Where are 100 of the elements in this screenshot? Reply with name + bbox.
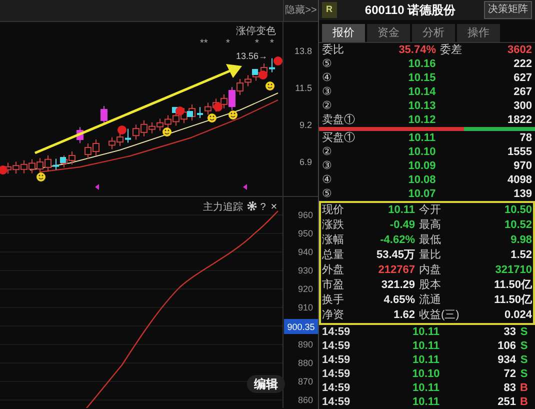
ask-price: 10.13	[407, 99, 437, 113]
trade-side: S	[519, 367, 529, 381]
stat-value: 0.024	[503, 308, 532, 323]
trade-time: 14:59	[322, 353, 352, 367]
trade-side: S	[519, 353, 529, 367]
close-button[interactable]: ×	[270, 201, 278, 213]
stat-label: 最低	[418, 233, 442, 248]
triangle-marker	[243, 184, 247, 190]
bid-level-label: 买盘①	[322, 131, 356, 145]
dot-marker	[214, 102, 222, 112]
square-marker	[252, 69, 258, 75]
tab[interactable]: 操作	[457, 24, 500, 42]
stat-label: 涨幅	[322, 233, 345, 248]
tab[interactable]: 资金	[367, 24, 410, 42]
edit-button[interactable]: 编辑	[247, 375, 285, 393]
dot-marker	[176, 106, 184, 116]
ask-level-label: 卖盘①	[322, 113, 356, 127]
order-diff-label: 委差	[439, 43, 463, 57]
stat-value: 11.50亿	[493, 293, 532, 308]
stat-label: 总量	[322, 248, 345, 263]
value-axis-label: 930	[298, 266, 313, 276]
candlestick	[100, 106, 108, 124]
stat-value: -4.62%	[379, 233, 415, 248]
stat-value: 321710	[494, 263, 532, 278]
help-button[interactable]: ?	[260, 202, 266, 213]
candlestick	[197, 106, 203, 118]
stat-value: 10.50	[503, 203, 532, 218]
ask-volume: 267	[512, 85, 532, 99]
stat-label: 内盘	[418, 263, 442, 278]
ask-price: 10.16	[407, 57, 437, 71]
trade-volume: 83	[502, 381, 516, 395]
ask-price: 10.12	[407, 113, 437, 127]
bid-volume: 970	[512, 159, 532, 173]
value-axis-label: 870	[298, 376, 313, 386]
stat-label: 收益(三)	[418, 308, 460, 323]
candlestick	[53, 158, 59, 170]
ask-level-label: ④	[322, 71, 333, 85]
bid-price: 10.11	[408, 131, 436, 145]
bid-volume: 1555	[506, 145, 532, 159]
trade-side: S	[519, 325, 529, 339]
trade-price: 10.10	[411, 367, 441, 381]
decision-matrix-button[interactable]: 决策矩阵	[484, 1, 532, 19]
bid-price: 10.08	[407, 173, 437, 187]
smiley-icon	[266, 82, 274, 90]
trade-time: 14:59	[322, 395, 352, 409]
bid-price: 10.07	[407, 187, 437, 201]
stat-value: 11.50亿	[493, 278, 532, 293]
trade-time: 14:59	[322, 367, 352, 381]
market-badge: R	[322, 2, 336, 18]
trade-price: 10.11	[412, 353, 440, 367]
bid-volume: 4098	[506, 173, 532, 187]
order-ratio-label: 委比	[322, 43, 345, 57]
order-diff-value: 3602	[506, 43, 532, 57]
ask-level-label: ②	[322, 99, 333, 113]
square-marker	[187, 111, 193, 117]
settings-icon[interactable]	[247, 201, 257, 211]
ask-volume: 1822	[506, 113, 532, 127]
star-mark: *	[255, 38, 259, 49]
trade-volume: 33	[502, 325, 516, 339]
order-ratio-value: 35.74%	[398, 43, 436, 57]
bid-level-label: ⑤	[322, 187, 333, 201]
trade-price: 10.11	[412, 381, 440, 395]
value-axis-label: 950	[298, 228, 313, 238]
last-price-label: 13.56→	[236, 51, 268, 61]
dot-marker	[118, 126, 126, 134]
stat-label: 现价	[322, 203, 345, 218]
stat-value: -0.49	[388, 218, 415, 233]
bid-level-label: ②	[322, 145, 333, 159]
stat-value: 321.29	[380, 278, 415, 293]
value-axis-label: 860	[298, 395, 313, 405]
star-mark: *	[270, 38, 274, 49]
price-axis-label: 11.5	[295, 83, 312, 93]
tab[interactable]: 报价	[322, 24, 365, 42]
stat-value: 53.45万	[375, 248, 415, 263]
candlestick	[125, 128, 131, 144]
stat-value: 9.98	[510, 233, 532, 248]
stat-label: 换手	[322, 293, 345, 308]
stat-value: 212767	[377, 263, 415, 278]
trade-volume: 72	[502, 367, 516, 381]
trade-price: 10.11	[412, 339, 440, 353]
smiley-icon	[36, 172, 46, 182]
price-axis-label: 9.2	[299, 120, 312, 130]
square-marker	[60, 157, 66, 163]
stat-value: 4.65%	[382, 293, 415, 308]
trade-volume: 106	[496, 339, 516, 353]
dot-marker	[258, 70, 268, 80]
smiley-icon	[208, 114, 216, 122]
stat-label: 最高	[418, 218, 442, 233]
star-mark: *	[226, 38, 230, 49]
current-value-label: 900.35	[284, 319, 318, 334]
price-axis-label: 6.9	[299, 157, 312, 167]
tab[interactable]: 分析	[412, 24, 455, 42]
stat-label: 涨跌	[322, 218, 345, 233]
ask-level-label: ③	[322, 85, 333, 99]
bid-price: 10.10	[407, 145, 437, 159]
hide-panel-link[interactable]: 隐藏>>	[283, 0, 318, 21]
trade-time: 14:59	[322, 381, 352, 395]
stat-value: 1.62	[392, 308, 415, 323]
dot-marker	[274, 56, 282, 66]
stat-label: 外盘	[322, 263, 345, 278]
